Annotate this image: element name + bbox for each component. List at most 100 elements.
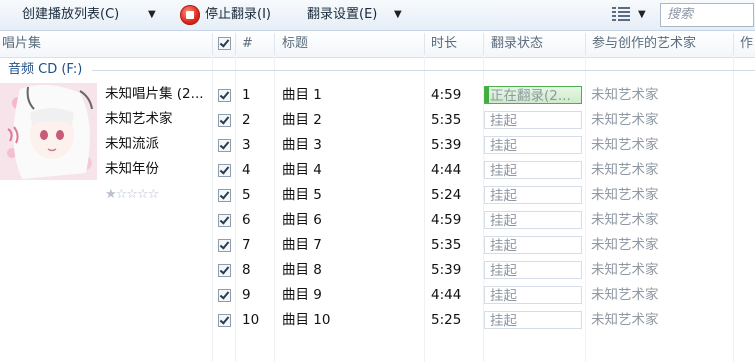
column-composer[interactable]: 作	[740, 31, 755, 57]
create-playlist-button[interactable]: 创建播放列表(C)	[22, 0, 119, 30]
column-separator[interactable]	[733, 33, 734, 55]
track-title: 曲目 6	[282, 212, 322, 228]
track-rip-status: 正在翻录(2...	[484, 86, 582, 104]
track-row[interactable]: 7 曲目 7 5:35 挂起 未知艺术家	[213, 233, 755, 258]
track-number: 5	[242, 187, 251, 203]
track-number: 6	[242, 212, 251, 228]
group-divider	[92, 70, 755, 71]
track-checkbox[interactable]	[218, 264, 231, 277]
track-artist: 未知艺术家	[591, 162, 659, 178]
track-rip-status: 挂起	[484, 111, 582, 129]
create-playlist-dropdown-icon[interactable]: ▼	[148, 0, 156, 30]
track-title: 曲目 5	[282, 187, 322, 203]
track-length: 4:59	[431, 212, 462, 228]
column-album[interactable]: 唱片集	[2, 31, 152, 57]
track-number: 7	[242, 237, 251, 253]
album-genre[interactable]: 未知流派	[105, 133, 159, 155]
track-length: 5:39	[431, 137, 462, 153]
track-length: 4:59	[431, 87, 462, 103]
track-row[interactable]: 2 曲目 2 5:35 挂起 未知艺术家	[213, 108, 755, 133]
track-number: 2	[242, 112, 251, 128]
track-title: 曲目 2	[282, 112, 322, 128]
track-row[interactable]: 6 曲目 6 4:59 挂起 未知艺术家	[213, 208, 755, 233]
column-separator[interactable]	[483, 33, 484, 55]
track-rip-status: 挂起	[484, 211, 582, 229]
rip-settings-button[interactable]: 翻录设置(E)	[307, 0, 377, 30]
column-separator[interactable]	[585, 33, 586, 55]
track-artist: 未知艺术家	[591, 112, 659, 128]
track-rip-status: 挂起	[484, 261, 582, 279]
track-checkbox[interactable]	[218, 164, 231, 177]
stop-rip-button[interactable]: 停止翻录(I)	[205, 0, 271, 30]
track-row[interactable]: 1 曲目 1 4:59 正在翻录(2... 未知艺术家	[213, 83, 755, 108]
track-artist: 未知艺术家	[591, 187, 659, 203]
track-length: 4:44	[431, 287, 462, 303]
track-length: 5:25	[431, 312, 462, 328]
track-artist: 未知艺术家	[591, 262, 659, 278]
column-separator[interactable]	[424, 33, 425, 55]
rating-stars[interactable]: ★☆☆☆☆	[105, 186, 159, 204]
track-length: 5:24	[431, 187, 462, 203]
track-length: 5:39	[431, 262, 462, 278]
track-rip-status: 挂起	[484, 311, 582, 329]
track-title: 曲目 7	[282, 237, 322, 253]
track-rip-status: 挂起	[484, 186, 582, 204]
track-row[interactable]: 9 曲目 9 4:44 挂起 未知艺术家	[213, 283, 755, 308]
track-checkbox[interactable]	[218, 214, 231, 227]
group-title[interactable]: 音频 CD (F:)	[8, 60, 82, 80]
column-rip-status[interactable]: 翻录状态	[491, 31, 581, 57]
track-checkbox[interactable]	[218, 139, 231, 152]
view-options-dropdown-icon[interactable]: ▼	[638, 0, 646, 30]
stop-rip-icon[interactable]	[180, 5, 200, 25]
track-number: 1	[242, 87, 251, 103]
track-number: 10	[242, 312, 260, 328]
track-row[interactable]: 3 曲目 3 5:39 挂起 未知艺术家	[213, 133, 755, 158]
track-title: 曲目 1	[282, 87, 322, 103]
track-row[interactable]: 10 曲目 10 5:25 挂起 未知艺术家	[213, 308, 755, 333]
track-title: 曲目 4	[282, 162, 322, 178]
track-rip-status: 挂起	[484, 161, 582, 179]
track-title: 曲目 10	[282, 312, 331, 328]
track-checkbox[interactable]	[218, 114, 231, 127]
track-rip-status: 挂起	[484, 136, 582, 154]
album-year[interactable]: 未知年份	[105, 158, 159, 180]
track-row[interactable]: 5 曲目 5 5:24 挂起 未知艺术家	[213, 183, 755, 208]
track-rip-status: 挂起	[484, 286, 582, 304]
toolbar: 创建播放列表(C) ▼ 停止翻录(I) 翻录设置(E) ▼ ▼	[0, 0, 755, 31]
column-separator[interactable]	[212, 33, 213, 55]
album-name[interactable]: 未知唱片集 (2...	[105, 83, 204, 105]
search-box	[660, 3, 754, 27]
album-artist[interactable]: 未知艺术家	[105, 108, 173, 130]
column-length[interactable]: 时长	[431, 31, 481, 57]
column-title[interactable]: 标题	[282, 31, 422, 57]
track-checkbox[interactable]	[218, 239, 231, 252]
track-row[interactable]: 8 曲目 8 5:39 挂起 未知艺术家	[213, 258, 755, 283]
column-number[interactable]: #	[242, 31, 272, 57]
track-artist: 未知艺术家	[591, 137, 659, 153]
track-artist: 未知艺术家	[591, 237, 659, 253]
track-length: 4:44	[431, 162, 462, 178]
column-separator[interactable]	[235, 33, 236, 55]
column-separator[interactable]	[274, 33, 275, 55]
track-title: 曲目 9	[282, 287, 322, 303]
track-checkbox[interactable]	[218, 314, 231, 327]
rip-settings-dropdown-icon[interactable]: ▼	[394, 0, 402, 30]
track-checkbox[interactable]	[218, 89, 231, 102]
track-number: 3	[242, 137, 251, 153]
view-options-icon[interactable]	[612, 6, 630, 22]
track-artist: 未知艺术家	[591, 87, 659, 103]
track-artist: 未知艺术家	[591, 212, 659, 228]
search-input[interactable]	[661, 4, 751, 24]
track-number: 8	[242, 262, 251, 278]
track-title: 曲目 3	[282, 137, 322, 153]
track-length: 5:35	[431, 112, 462, 128]
track-row[interactable]: 4 曲目 4 4:44 挂起 未知艺术家	[213, 158, 755, 183]
track-checkbox[interactable]	[218, 289, 231, 302]
track-length: 5:35	[431, 237, 462, 253]
track-checkbox[interactable]	[218, 189, 231, 202]
album-art-image[interactable]	[0, 83, 97, 180]
column-header: 唱片集 # 标题 时长 翻录状态 参与创作的艺术家 作	[0, 31, 755, 58]
select-all-checkbox[interactable]	[218, 37, 231, 50]
column-contributing-artist[interactable]: 参与创作的艺术家	[592, 31, 732, 57]
track-rip-status: 挂起	[484, 236, 582, 254]
